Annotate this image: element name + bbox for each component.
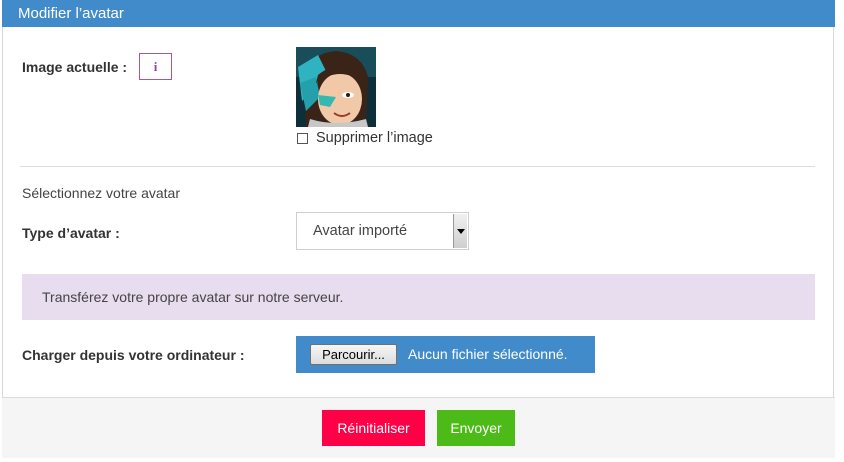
info-icon[interactable]: i: [139, 53, 172, 80]
chevron-down-icon[interactable]: [453, 214, 467, 248]
file-input[interactable]: Parcourir... Aucun fichier sélectionné.: [296, 336, 595, 373]
upload-label: Charger depuis votre ordinateur :: [22, 347, 245, 363]
select-avatar-heading: Sélectionnez votre avatar: [22, 185, 180, 201]
upload-info-box: Transférez votre propre avatar sur notre…: [22, 274, 815, 320]
avatar-type-label: Type d’avatar :: [22, 225, 120, 241]
avatar-type-value: Avatar importé: [313, 223, 408, 239]
section-divider: [20, 166, 815, 167]
browse-button[interactable]: Parcourir...: [310, 344, 397, 365]
submit-button[interactable]: Envoyer: [437, 410, 515, 446]
delete-image-label[interactable]: Supprimer l’image: [316, 130, 433, 146]
current-image-label: Image actuelle :: [22, 59, 128, 75]
avatar-image: [296, 47, 376, 127]
file-status-text: Aucun fichier sélectionné.: [408, 346, 568, 362]
upload-info-text: Transférez votre propre avatar sur notre…: [42, 289, 344, 305]
avatar-type-select[interactable]: Avatar importé: [296, 212, 469, 250]
delete-image-checkbox[interactable]: [297, 133, 308, 144]
panel-title: Modifier l’avatar: [2, 0, 835, 27]
reset-button[interactable]: Réinitialiser: [322, 410, 425, 446]
avatar-illustration: [296, 47, 376, 127]
